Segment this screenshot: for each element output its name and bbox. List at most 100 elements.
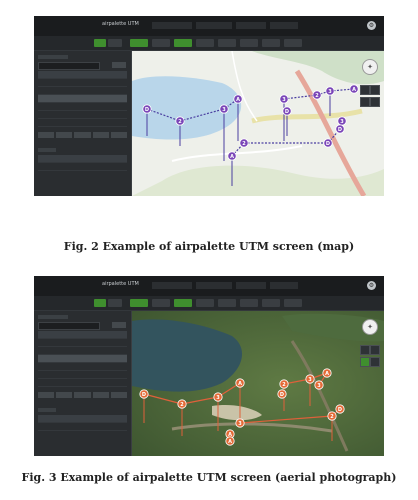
- zoom-out-button[interactable]: [370, 85, 380, 95]
- waypoint-marker[interactable]: 3: [235, 418, 245, 428]
- zoom-out-button[interactable]: [370, 345, 380, 355]
- waypoint-marker[interactable]: 3: [279, 94, 289, 104]
- waypoint-marker[interactable]: D: [282, 106, 292, 116]
- toolbar-button[interactable]: [152, 299, 170, 307]
- waypoint-label: 2: [315, 93, 319, 99]
- table-row[interactable]: [38, 423, 127, 431]
- toolbar-button[interactable]: [108, 39, 122, 47]
- layer-button[interactable]: [360, 97, 370, 107]
- action-button[interactable]: [38, 132, 55, 138]
- search-button[interactable]: [112, 62, 126, 68]
- waypoint-marker[interactable]: D: [323, 138, 333, 148]
- waypoint-marker[interactable]: A: [225, 436, 235, 446]
- layer-button[interactable]: [370, 357, 380, 367]
- search-button[interactable]: [112, 322, 126, 328]
- compass-icon[interactable]: ✦: [362, 319, 378, 335]
- toolbar-button[interactable]: [108, 299, 122, 307]
- compass-icon[interactable]: ✦: [362, 59, 378, 75]
- toolbar-button[interactable]: [174, 299, 192, 307]
- action-button[interactable]: [92, 132, 109, 138]
- toolbar-button[interactable]: [130, 299, 148, 307]
- toolbar-button[interactable]: [284, 39, 302, 47]
- table-row[interactable]: [38, 103, 127, 111]
- toolbar-button[interactable]: [196, 39, 214, 47]
- waypoint-marker[interactable]: 3: [219, 104, 229, 114]
- waypoint-marker[interactable]: 2: [312, 90, 322, 100]
- waypoint-marker[interactable]: 3: [337, 116, 347, 126]
- action-button[interactable]: [56, 392, 73, 398]
- toolbar-button[interactable]: [218, 299, 236, 307]
- zoom-in-button[interactable]: [360, 85, 370, 95]
- table-row[interactable]: [38, 339, 127, 347]
- waypoint-marker[interactable]: 2: [327, 411, 337, 421]
- waypoint-marker[interactable]: 3: [314, 380, 324, 390]
- waypoint-marker[interactable]: 2: [239, 138, 249, 148]
- toolbar-button[interactable]: [94, 39, 106, 47]
- waypoint-marker[interactable]: 3: [305, 374, 315, 384]
- waypoint-marker[interactable]: 2: [177, 399, 187, 409]
- aerial-canvas[interactable]: D23A 23DA32AD3A: [132, 311, 384, 456]
- panel-title: [38, 408, 56, 412]
- panel-title: [38, 148, 56, 152]
- table-row[interactable]: [38, 163, 127, 171]
- toolbar-button[interactable]: [152, 39, 170, 47]
- action-button[interactable]: [110, 392, 128, 398]
- table-row[interactable]: [38, 355, 127, 363]
- waypoint-marker[interactable]: 2: [175, 116, 185, 126]
- map-canvas[interactable]: D 2 3 A 3 2 D 3 A 3 A 2 D D: [132, 51, 384, 196]
- waypoint-label: D: [280, 392, 284, 398]
- waypoint-label: 2: [180, 402, 184, 408]
- toolbar-button[interactable]: [130, 39, 148, 47]
- table-row[interactable]: [38, 347, 127, 355]
- map-view[interactable]: D 2 3 A 3 2 D 3 A 3 A 2 D D ✦: [132, 51, 384, 196]
- toolbar: [34, 296, 384, 311]
- toolbar-button[interactable]: [218, 39, 236, 47]
- table-header: [38, 415, 127, 423]
- toolbar-button[interactable]: [262, 39, 280, 47]
- search-input[interactable]: [38, 322, 100, 330]
- waypoint-marker[interactable]: D: [142, 104, 152, 114]
- table-row[interactable]: [38, 111, 127, 119]
- search-input[interactable]: [38, 62, 100, 70]
- waypoint-marker[interactable]: D: [335, 124, 345, 134]
- waypoint-marker[interactable]: 2: [279, 379, 289, 389]
- table-row[interactable]: [38, 363, 127, 371]
- action-button[interactable]: [92, 392, 109, 398]
- flight-plan-table: [38, 71, 127, 127]
- toolbar-button[interactable]: [240, 39, 258, 47]
- waypoint-marker[interactable]: 3: [213, 392, 223, 402]
- table-row[interactable]: [38, 119, 127, 127]
- zoom-in-button[interactable]: [360, 345, 370, 355]
- waypoint-marker[interactable]: D: [277, 389, 287, 399]
- table-row[interactable]: [38, 95, 127, 103]
- action-button[interactable]: [110, 132, 128, 138]
- waypoint-marker[interactable]: A: [349, 84, 359, 94]
- waypoint-marker[interactable]: D: [139, 389, 149, 399]
- table-row[interactable]: [38, 87, 127, 95]
- table-row[interactable]: [38, 79, 127, 87]
- action-button[interactable]: [56, 132, 73, 138]
- waypoint-marker[interactable]: 3: [325, 86, 335, 96]
- table-row[interactable]: [38, 379, 127, 387]
- action-button[interactable]: [74, 392, 91, 398]
- gear-icon[interactable]: ⚙: [367, 281, 376, 290]
- toolbar-button[interactable]: [240, 299, 258, 307]
- toolbar-button[interactable]: [284, 299, 302, 307]
- waypoint-marker[interactable]: A: [233, 94, 243, 104]
- waypoint-marker[interactable]: A: [235, 378, 245, 388]
- toolbar-button[interactable]: [94, 299, 106, 307]
- toolbar-button[interactable]: [196, 299, 214, 307]
- action-button[interactable]: [74, 132, 91, 138]
- layer-button[interactable]: [360, 357, 370, 367]
- toolbar-button[interactable]: [174, 39, 192, 47]
- gear-icon[interactable]: ⚙: [367, 21, 376, 30]
- action-button[interactable]: [38, 392, 55, 398]
- waypoint-marker[interactable]: A: [322, 368, 332, 378]
- layer-button[interactable]: [370, 97, 380, 107]
- waypoint-marker[interactable]: A: [227, 151, 237, 161]
- waypoint-label: 2: [330, 414, 334, 420]
- toolbar-button[interactable]: [262, 299, 280, 307]
- table-row[interactable]: [38, 371, 127, 379]
- aerial-view[interactable]: D23A23DA32AD3A ✦: [132, 311, 384, 456]
- waypoint-marker[interactable]: D: [335, 404, 345, 414]
